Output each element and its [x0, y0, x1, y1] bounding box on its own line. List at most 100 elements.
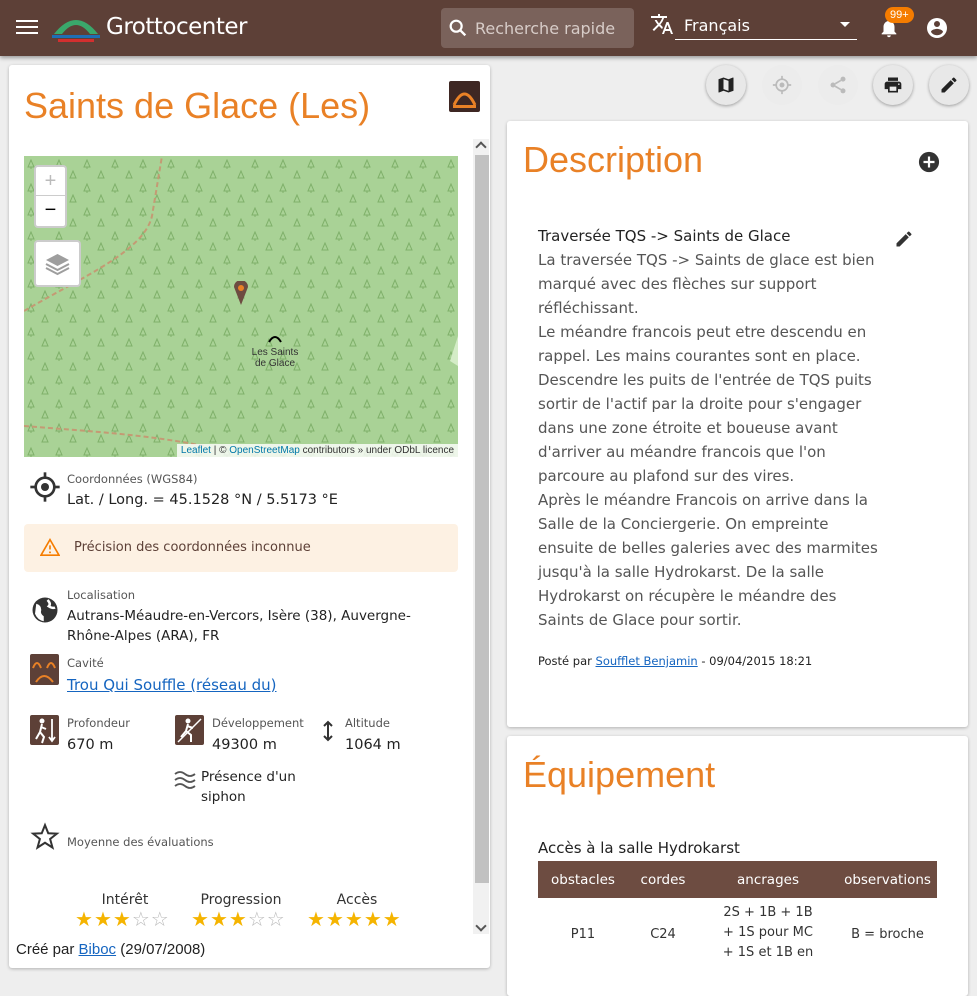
scrollbar-thumb[interactable] [475, 155, 489, 883]
location-map[interactable]: + − Les Saints de Glace Leaflet | © OpenS… [24, 156, 458, 457]
grottocenter-logo[interactable] [52, 12, 100, 44]
attribution-text: contributors » under ODbL licence [299, 445, 454, 456]
precision-warning-text: Précision des coordonnées inconnue [74, 540, 311, 555]
brand-name[interactable]: Grottocenter [106, 14, 247, 40]
created-date: (29/07/2008) [116, 941, 206, 958]
col-obstacles: obstacles [538, 861, 628, 898]
cave-entrance-type-icon [449, 81, 480, 112]
star-filled-icon: ★ [209, 909, 229, 931]
map-icon [718, 77, 734, 93]
col-ancrages: ancrages [698, 861, 838, 898]
depth-label: Profondeur [67, 716, 131, 730]
equipment-subtitle: Accès à la salle Hydrokarst [538, 839, 740, 857]
created-by: Créé par Biboc (29/07/2008) [16, 941, 205, 958]
quick-search[interactable] [441, 8, 634, 48]
layers-button[interactable] [34, 240, 81, 287]
star-empty-icon: ☆ [131, 909, 151, 931]
cell-ancrages: 2S + 1B + 1B + 1S pour MC + 1S et 1B en [722, 905, 814, 960]
star-filled-icon: ★ [344, 909, 364, 931]
star-outline-icon [30, 822, 60, 850]
map-label-line2: de Glace [254, 358, 296, 369]
edit-cave-button[interactable] [929, 65, 969, 105]
share-icon [830, 76, 846, 94]
siphon-line1: Présence d'un [201, 769, 296, 785]
rating-progression-label: Progression [200, 892, 282, 908]
print-button[interactable] [873, 65, 913, 105]
table-row: P11 C24 2S + 1B + 1B + 1S pour MC + 1S e… [538, 898, 937, 963]
share-button[interactable] [818, 65, 858, 105]
star-filled-icon: ★ [363, 909, 383, 931]
rating-interest-label: Intérêt [101, 892, 149, 908]
cave-marker-icon[interactable] [234, 281, 248, 305]
star-filled-icon: ★ [382, 909, 402, 931]
scroll-down-icon[interactable] [475, 920, 487, 932]
description-subtitle: Traversée TQS -> Saints de Glace [538, 227, 791, 245]
posted-by: Posté par Soufflet Benjamin - 09/04/2015… [538, 654, 812, 668]
coords-label: Coordonnées (WGS84) [67, 472, 198, 486]
map-zoom-control: + − [34, 165, 67, 228]
map-view-button[interactable] [706, 65, 746, 105]
language-value: Français [684, 16, 750, 35]
cell-obstacle: P11 [570, 927, 596, 942]
cave-title: Saints de Glace (Les) [24, 85, 371, 126]
rating-label: Moyenne des évaluations [67, 835, 214, 849]
posted-author-link[interactable]: Soufflet Benjamin [596, 654, 698, 668]
creator-link[interactable]: Biboc [79, 941, 117, 958]
edit-description-icon[interactable] [894, 229, 914, 249]
gps-crosshair-icon [30, 472, 60, 502]
cavity-link[interactable]: Trou Qui Souffle (réseau du) [67, 676, 277, 694]
equipment-header-row: obstacles cordes ancrages observations [538, 861, 937, 898]
search-icon [449, 19, 467, 37]
star-filled-icon: ★ [75, 909, 94, 931]
menu-icon[interactable] [14, 16, 40, 40]
siphon-text: Présence d'un siphon [201, 767, 296, 807]
language-select[interactable]: Français [675, 10, 857, 40]
star-filled-icon: ★ [93, 909, 113, 931]
print-icon [884, 77, 902, 93]
rating-access-stars: ★★★★★ [307, 907, 402, 932]
equipment-table: obstacles cordes ancrages observations P… [538, 861, 937, 963]
length-icon [175, 715, 204, 745]
rating-interest-stars: ★★★☆☆ [75, 907, 170, 932]
location-value: Autrans-Méaudre-en-Vercors, Isère (38), … [67, 608, 411, 644]
star-filled-icon: ★ [325, 909, 345, 931]
equipment-card: Équipement Accès à la salle Hydrokarst o… [507, 736, 968, 996]
account-icon[interactable] [925, 16, 949, 40]
star-filled-icon: ★ [307, 909, 326, 931]
search-input[interactable] [475, 16, 625, 40]
cavity-label: Cavité [67, 656, 104, 670]
coords-value: Lat. / Long. = 45.1528 °N / 5.5173 °E [67, 492, 338, 508]
precision-warning: Précision des coordonnées inconnue [24, 524, 458, 572]
equipment-title: Équipement [523, 754, 716, 795]
osm-link[interactable]: OpenStreetMap [229, 445, 300, 456]
cave-entrance-map-icon [268, 336, 282, 343]
scroll-up-icon[interactable] [475, 141, 487, 153]
top-app-bar: Grottocenter Français 99+ [0, 0, 977, 56]
my-location-icon [772, 75, 792, 95]
posted-date: - 09/04/2015 18:21 [697, 654, 813, 668]
map-attribution: Leaflet | © OpenStreetMap contributors »… [176, 444, 458, 457]
star-empty-icon: ☆ [266, 909, 286, 931]
star-empty-icon: ☆ [150, 909, 170, 931]
star-filled-icon: ★ [112, 909, 132, 931]
altitude-value: 1064 m [345, 737, 401, 753]
description-body: La traversée TQS -> Saints de glace est … [538, 251, 878, 629]
description-title: Description [523, 139, 704, 180]
zoom-in-button[interactable]: + [36, 167, 65, 196]
description-card: Description Traversée TQS -> Saints de G… [507, 121, 968, 727]
siphon-line2: siphon [201, 789, 246, 805]
panel-scrollbar[interactable] [473, 139, 489, 934]
cell-corde: C24 [650, 927, 676, 942]
map-tiles [24, 156, 458, 457]
altitude-label: Altitude [345, 716, 390, 730]
zoom-out-button[interactable]: − [36, 196, 65, 225]
cave-network-icon [30, 654, 59, 685]
attribution-separator: | © [210, 445, 230, 456]
layers-icon [45, 254, 70, 276]
water-siphon-icon [174, 771, 196, 789]
locate-button[interactable] [762, 65, 802, 105]
add-description-icon[interactable] [918, 151, 940, 173]
posted-prefix: Posté par [538, 654, 596, 668]
star-filled-icon: ★ [191, 909, 210, 931]
leaflet-link[interactable]: Leaflet [181, 445, 211, 456]
